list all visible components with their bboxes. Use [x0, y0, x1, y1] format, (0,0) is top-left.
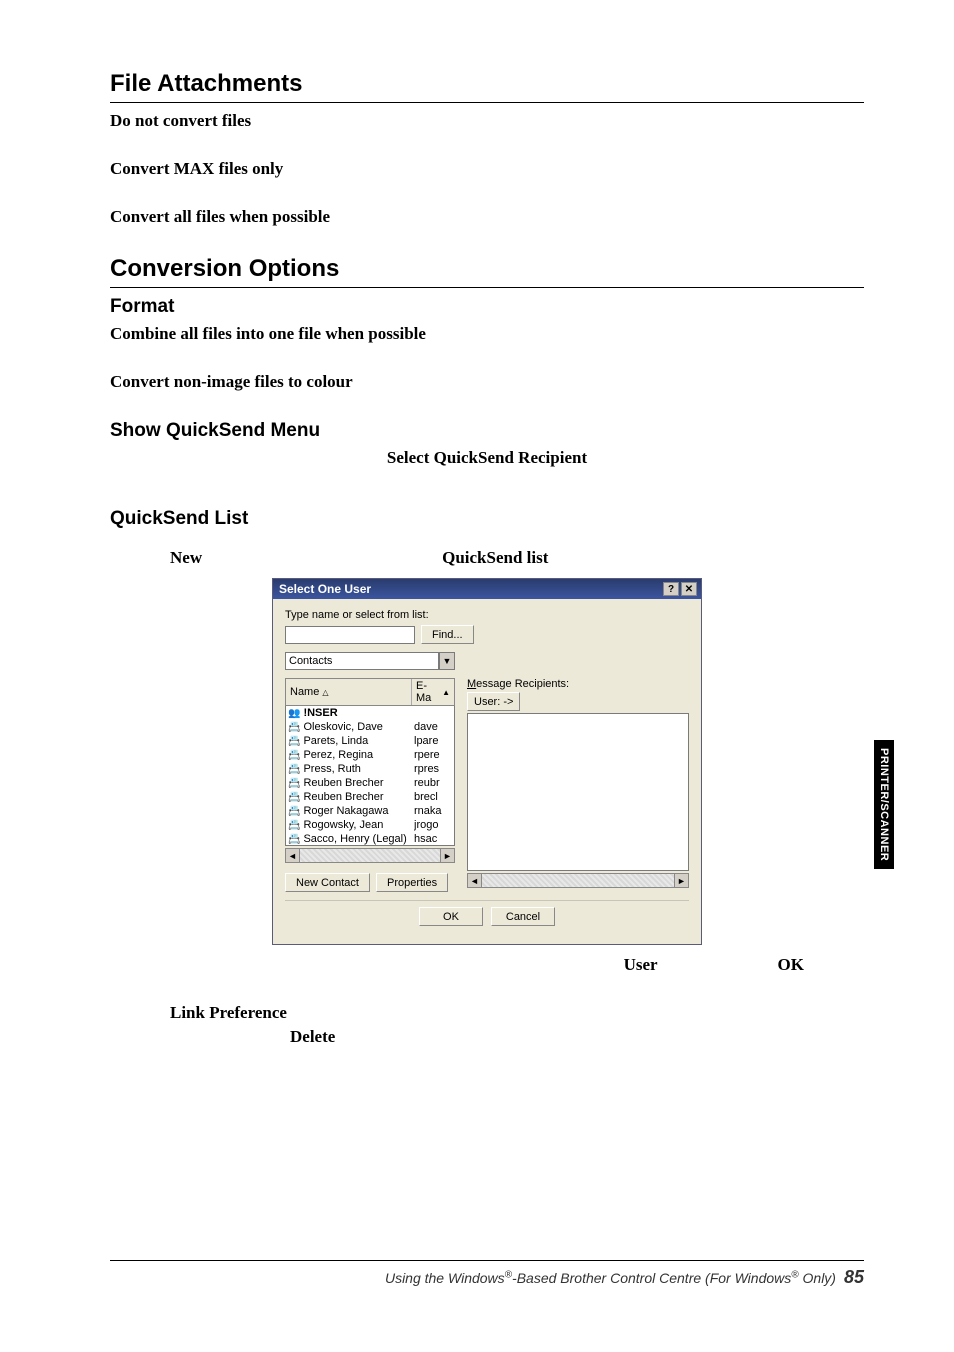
scroll-left-icon[interactable]: ◄: [467, 873, 482, 888]
contact-email: lpare: [414, 735, 452, 747]
contact-email: hsac: [414, 833, 452, 845]
contact-email: rpere: [414, 749, 452, 761]
contact-email: dave: [414, 721, 452, 733]
contact-name: Press, Ruth: [303, 763, 360, 775]
contact-name: Roger Nakagawa: [303, 805, 388, 817]
address-book-value: [285, 652, 439, 670]
list-item[interactable]: Reuben Brecher reubr: [286, 776, 454, 790]
scroll-right-icon[interactable]: ►: [440, 848, 455, 863]
list-item[interactable]: Sacco, Henry (Legal) hsac: [286, 832, 454, 846]
contact-list-header: Name△ E-Ma▲: [285, 678, 455, 706]
section-title-file-attachments: File Attachments: [110, 70, 864, 98]
contact-email: brecl: [414, 791, 452, 803]
contact-card-icon: [288, 777, 300, 789]
side-tab-printer-scanner: PRINTER/SCANNER: [874, 740, 894, 869]
contact-name: Parets, Linda: [303, 735, 368, 747]
list-item[interactable]: Reuben Brecher brecl: [286, 790, 454, 804]
help-icon[interactable]: ?: [663, 582, 679, 596]
ok-label: OK: [778, 955, 804, 975]
chevron-down-icon[interactable]: ▼: [439, 652, 455, 670]
type-name-label: Type name or select from list:: [285, 609, 689, 621]
contact-name: Sacco, Henry (Legal): [303, 833, 406, 845]
format-heading: Format: [110, 296, 864, 318]
contact-email: jrogo: [414, 819, 452, 831]
scroll-left-icon[interactable]: ◄: [285, 848, 300, 863]
contact-card-icon: [288, 833, 300, 845]
list-item[interactable]: Oleskovic, Dave dave: [286, 720, 454, 734]
contact-name: !NSER: [303, 707, 337, 719]
contact-name: Oleskovic, Dave: [303, 721, 382, 733]
contact-email: rpres: [414, 763, 452, 775]
quicksend-list-heading: QuickSend List: [110, 508, 864, 530]
footer-divider: [110, 1260, 864, 1261]
properties-button[interactable]: Properties: [376, 873, 448, 892]
column-name[interactable]: Name△: [286, 679, 412, 705]
contact-name: Perez, Regina: [303, 749, 373, 761]
section-title-conversion-options: Conversion Options: [110, 255, 864, 283]
contact-card-icon: [288, 805, 300, 817]
option-combine-files: Combine all files into one file when pos…: [110, 324, 864, 344]
user-add-button[interactable]: User: ->: [467, 692, 520, 711]
select-quicksend-recipient: Select QuickSend Recipient: [110, 448, 864, 468]
contact-card-icon: [288, 721, 300, 733]
list-item[interactable]: Parets, Linda lpare: [286, 734, 454, 748]
ok-button[interactable]: OK: [419, 907, 483, 926]
contact-name: Rogowsky, Jean: [303, 819, 383, 831]
divider: [110, 102, 864, 103]
list-item[interactable]: !NSER: [286, 706, 454, 720]
option-convert-max: Convert MAX files only: [110, 159, 864, 179]
scrollbar-track[interactable]: [482, 873, 674, 888]
list-item[interactable]: Perez, Regina rpere: [286, 748, 454, 762]
contact-name: Reuben Brecher: [303, 791, 383, 803]
cancel-button[interactable]: Cancel: [491, 907, 555, 926]
footer-text: Using the Windows®-Based Brother Control…: [110, 1267, 864, 1288]
list-item[interactable]: Press, Ruth rpres: [286, 762, 454, 776]
option-nonimage-colour: Convert non-image files to colour: [110, 372, 864, 392]
find-button[interactable]: Find...: [421, 625, 474, 644]
contact-list[interactable]: !NSER Oleskovic, Dave dave Parets, Linda lpa…: [285, 706, 455, 846]
scrollbar-track[interactable]: [300, 848, 440, 863]
delete-label: Delete: [290, 1027, 864, 1047]
recipients-list[interactable]: [467, 713, 689, 871]
scroll-right-icon[interactable]: ►: [674, 873, 689, 888]
address-book-select[interactable]: ▼: [285, 652, 455, 670]
contact-card-icon: [288, 819, 300, 831]
show-quicksend-menu-heading: Show QuickSend Menu: [110, 420, 864, 442]
column-email[interactable]: E-Ma▲: [412, 679, 454, 705]
contact-card-icon: [288, 791, 300, 803]
contact-card-icon: [288, 749, 300, 761]
search-input[interactable]: [285, 626, 415, 644]
list-item[interactable]: Roger Nakagawa rnaka: [286, 804, 454, 818]
group-icon: [288, 707, 300, 719]
quicksend-list-label: QuickSend list: [442, 548, 548, 568]
contact-card-icon: [288, 735, 300, 747]
divider: [110, 287, 864, 288]
option-convert-all: Convert all files when possible: [110, 207, 864, 227]
option-do-not-convert: Do not convert files: [110, 111, 864, 131]
message-recipients-label: MMessage Recipients:essage Recipients:: [467, 678, 689, 690]
dialog-titlebar: Select One User ? ✕: [273, 579, 701, 599]
list-item[interactable]: Rogowsky, Jean jrogo: [286, 818, 454, 832]
contact-email: reubr: [414, 777, 452, 789]
user-label: User: [624, 955, 658, 975]
contact-card-icon: [288, 763, 300, 775]
dialog-title: Select One User: [279, 582, 371, 596]
contact-email: rnaka: [414, 805, 452, 817]
contact-name: Reuben Brecher: [303, 777, 383, 789]
page-number: 85: [844, 1267, 864, 1287]
link-preference-label: Link Preference: [170, 1003, 864, 1023]
close-icon[interactable]: ✕: [681, 582, 697, 596]
select-one-user-dialog: Select One User ? ✕ Type name or select …: [272, 578, 702, 945]
new-contact-button[interactable]: New Contact: [285, 873, 370, 892]
new-label: New: [170, 548, 202, 568]
